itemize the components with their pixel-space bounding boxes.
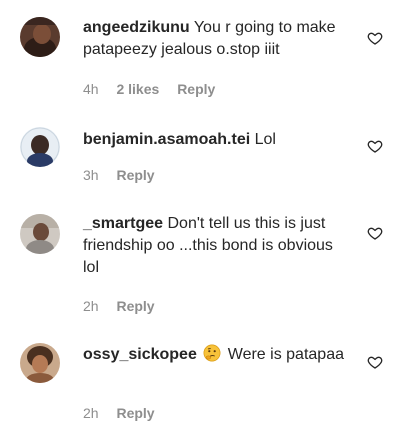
comment-meta: 4h 2 likes Reply [83,81,215,97]
comment-time: 2h [83,405,99,421]
avatar[interactable] [20,214,60,254]
comment-text-block: benjamin.asamoah.tei Lol [83,129,353,151]
reply-button[interactable]: Reply [116,167,154,183]
heart-outline-icon[interactable] [367,354,383,370]
comment-text-block: ossy_sickopee Were is patapaa [83,344,353,366]
comment-time: 4h [83,81,99,97]
comment-meta: 3h Reply [83,167,155,183]
thinking-face-emoji-icon [203,344,221,362]
comment-meta: 2h Reply [83,298,155,314]
comment-time: 3h [83,167,99,183]
heart-outline-icon[interactable] [367,138,383,154]
comment-body: Lol [254,131,276,148]
avatar[interactable] [20,17,60,57]
avatar[interactable] [20,127,60,167]
comment-username[interactable]: _smartgee [83,215,163,232]
reply-button[interactable]: Reply [116,405,154,421]
comment-text-block: _smartgee Don't tell us this is just fri… [83,213,353,279]
comment-username[interactable]: benjamin.asamoah.tei [83,131,250,148]
comment-likes[interactable]: 2 likes [116,81,159,97]
comment-username[interactable]: ossy_sickopee [83,346,197,363]
comment-text-block: angeedzikunu You r going to make patapee… [83,17,353,61]
reply-button[interactable]: Reply [177,81,215,97]
avatar[interactable] [20,343,60,383]
comment-meta: 2h Reply [83,405,155,421]
comment-body: Were is patapaa [227,346,344,363]
heart-outline-icon[interactable] [367,225,383,241]
heart-outline-icon[interactable] [367,30,383,46]
comment-time: 2h [83,298,99,314]
comment-username[interactable]: angeedzikunu [83,19,190,36]
reply-button[interactable]: Reply [116,298,154,314]
